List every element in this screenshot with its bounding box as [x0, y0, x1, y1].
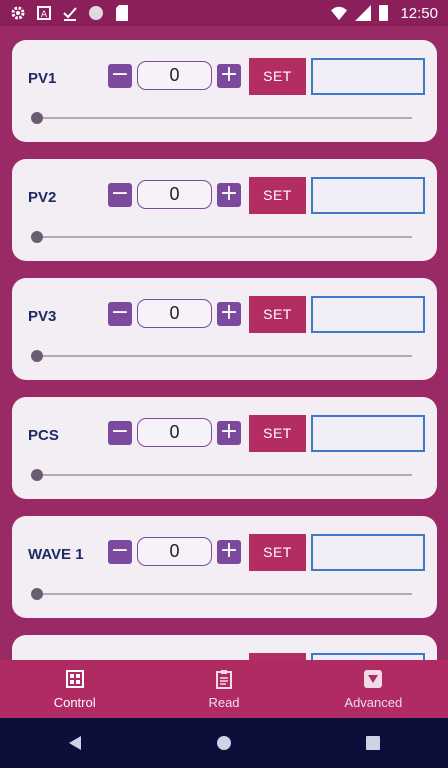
- card-label: WAVE 1: [28, 546, 84, 563]
- set-button[interactable]: SET: [249, 177, 306, 214]
- card-label: PV1: [28, 70, 57, 87]
- value-input[interactable]: [311, 296, 425, 333]
- value-counter[interactable]: 0: [137, 537, 212, 566]
- bottom-nav: Control Read Advanced: [0, 660, 448, 718]
- slider-thumb[interactable]: [31, 350, 43, 362]
- control-list[interactable]: PV1 − 0 + SET PV2 − 0 + SET PV3 − 0 + SE…: [0, 26, 448, 660]
- nav-advanced[interactable]: Advanced: [299, 660, 448, 718]
- card-pv2: PV2 − 0 + SET: [12, 159, 437, 261]
- status-left: A: [10, 5, 130, 21]
- status-time: 12:50: [400, 4, 438, 22]
- sd-card-icon: [114, 5, 130, 21]
- slider-thumb[interactable]: [31, 588, 43, 600]
- signal-icon: [355, 5, 372, 21]
- slider-track[interactable]: [36, 117, 412, 119]
- slider-thumb[interactable]: [31, 112, 43, 124]
- increment-button[interactable]: +: [217, 302, 241, 326]
- card-partial: SET: [12, 635, 437, 660]
- slider-track[interactable]: [36, 593, 412, 595]
- value-input[interactable]: [311, 58, 425, 95]
- set-button[interactable]: SET: [249, 653, 306, 660]
- increment-button[interactable]: +: [217, 540, 241, 564]
- status-right: 12:50: [331, 5, 438, 22]
- slider-track[interactable]: [36, 474, 412, 476]
- card-pv3: PV3 − 0 + SET: [12, 278, 437, 380]
- nav-read[interactable]: Read: [149, 660, 298, 718]
- nav-label: Read: [208, 694, 240, 710]
- slider-track[interactable]: [36, 355, 412, 357]
- card-wave1: WAVE 1 − 0 + SET: [12, 516, 437, 618]
- triangle-box-icon: [363, 669, 383, 689]
- nav-label: Control: [53, 694, 96, 710]
- home-icon[interactable]: [212, 731, 236, 755]
- decrement-button[interactable]: −: [108, 64, 132, 88]
- card-pcs: PCS − 0 + SET: [12, 397, 437, 499]
- value-input[interactable]: [311, 653, 425, 660]
- gear-icon: [10, 5, 26, 21]
- slider-thumb[interactable]: [31, 469, 43, 481]
- slider-thumb[interactable]: [31, 231, 43, 243]
- value-input[interactable]: [311, 534, 425, 571]
- increment-button[interactable]: +: [217, 64, 241, 88]
- value-counter[interactable]: 0: [137, 418, 212, 447]
- recents-icon[interactable]: [361, 731, 385, 755]
- value-counter[interactable]: 0: [137, 299, 212, 328]
- status-bar: A 12:50: [0, 0, 448, 26]
- circle-icon: [88, 5, 104, 21]
- card-label: PV2: [28, 189, 57, 206]
- system-nav-bar: [0, 718, 448, 768]
- svg-text:A: A: [41, 10, 48, 20]
- a-box-icon: A: [36, 5, 52, 21]
- card-pv1: PV1 − 0 + SET: [12, 40, 437, 142]
- increment-button[interactable]: +: [217, 421, 241, 445]
- set-button[interactable]: SET: [249, 58, 306, 95]
- increment-button[interactable]: +: [217, 183, 241, 207]
- value-counter[interactable]: 0: [137, 180, 212, 209]
- decrement-button[interactable]: −: [108, 302, 132, 326]
- value-input[interactable]: [311, 177, 425, 214]
- set-button[interactable]: SET: [249, 296, 306, 333]
- value-counter[interactable]: 0: [137, 61, 212, 90]
- decrement-button[interactable]: −: [108, 421, 132, 445]
- slider-track[interactable]: [36, 236, 412, 238]
- battery-icon: [379, 5, 389, 21]
- value-input[interactable]: [311, 415, 425, 452]
- clipboard-icon: [214, 669, 234, 689]
- decrement-button[interactable]: −: [108, 183, 132, 207]
- back-icon[interactable]: [63, 731, 87, 755]
- wifi-icon: [331, 5, 348, 21]
- nav-control[interactable]: Control: [0, 660, 149, 718]
- card-label: PV3: [28, 308, 57, 325]
- card-label: PCS: [28, 427, 59, 444]
- nav-label: Advanced: [344, 694, 403, 710]
- grid-icon: [65, 669, 85, 689]
- check-icon: [62, 5, 78, 21]
- set-button[interactable]: SET: [249, 415, 306, 452]
- decrement-button[interactable]: −: [108, 540, 132, 564]
- set-button[interactable]: SET: [249, 534, 306, 571]
